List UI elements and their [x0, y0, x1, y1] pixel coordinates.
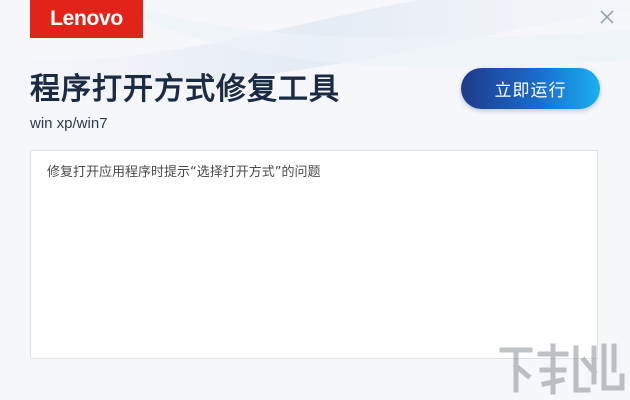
description-text: 修复打开应用程序时提示“选择打开方式”的问题 — [47, 165, 321, 180]
close-button[interactable] — [596, 6, 618, 28]
os-compatibility-label: win xp/win7 — [30, 115, 108, 132]
description-panel: 修复打开应用程序时提示“选择打开方式”的问题 — [30, 150, 598, 359]
page-title: 程序打开方式修复工具 — [30, 72, 340, 107]
close-icon — [600, 10, 614, 24]
app-window: Lenovo 程序打开方式修复工具 win xp/win7 立即运行 修复打开应… — [0, 0, 630, 400]
logo-text: Lenovo — [50, 7, 123, 30]
lenovo-logo: Lenovo — [30, 0, 143, 38]
run-now-button[interactable]: 立即运行 — [461, 68, 600, 109]
